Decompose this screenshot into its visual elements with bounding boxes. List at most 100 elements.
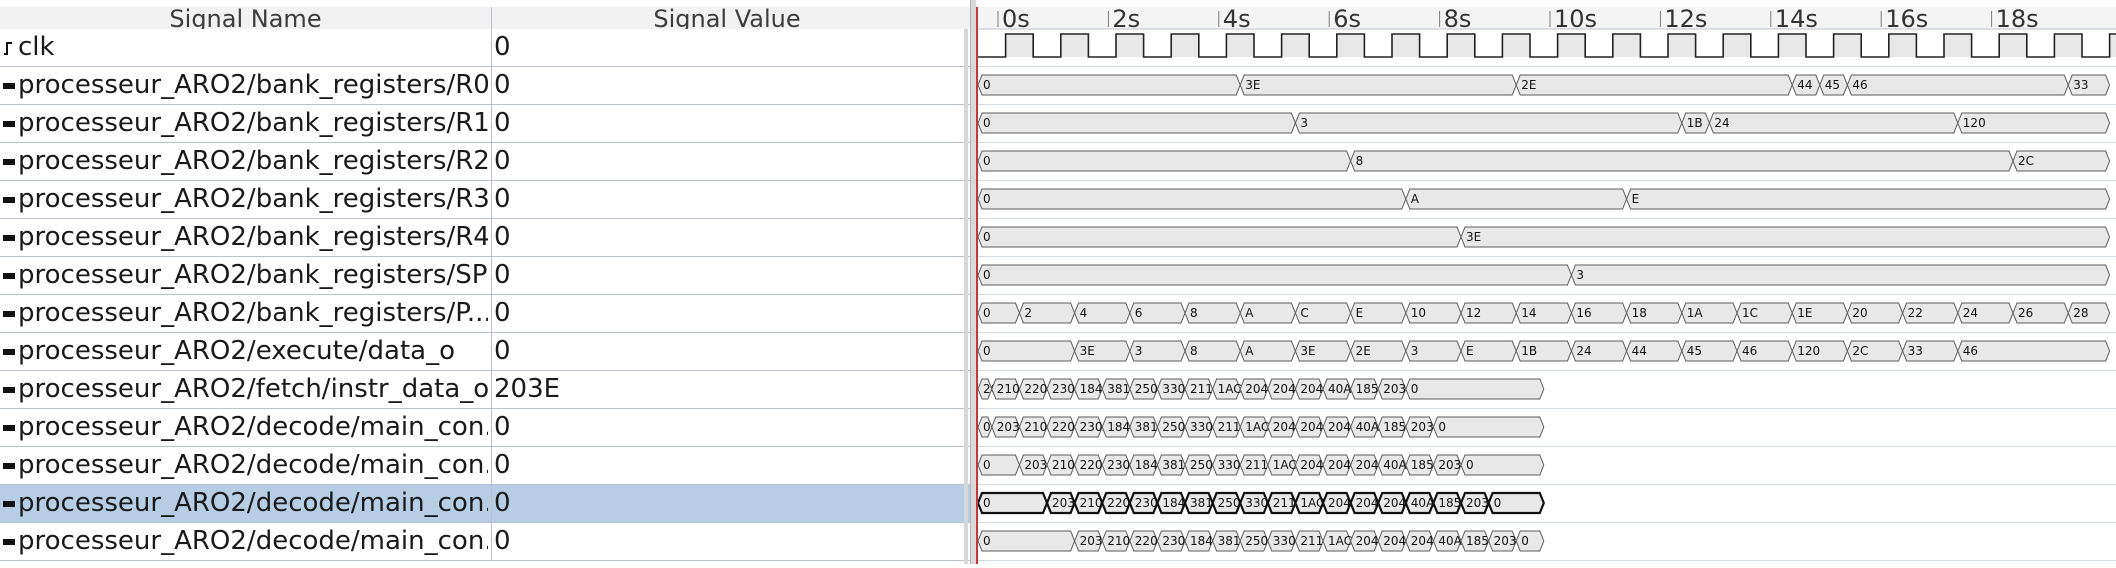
signal-value: 0 [494, 108, 511, 138]
bus-value-label: 33 [2073, 78, 2088, 92]
cell-divider [491, 67, 492, 104]
time-axis-bar [976, 7, 2116, 29]
signal-value: 0 [494, 32, 511, 62]
signal-row[interactable]: processeur_ARO2/bank_registers/R3 0 [0, 181, 970, 219]
bus-value-label: 0 [983, 230, 991, 244]
bus-value-segment [977, 74, 1241, 96]
bus-value-label: 22 [1908, 306, 1923, 320]
time-tick-label: 0s [1002, 5, 1030, 33]
signal-row-clk[interactable]: clk 0 [0, 29, 970, 67]
signal-value: 0 [494, 298, 511, 328]
signal-name: processeur_ARO2/decode/main_con... [18, 526, 488, 556]
signal-row[interactable]: processeur_ARO2/decode/main_con... 0 [0, 409, 970, 447]
signal-row[interactable]: processeur_ARO2/bank_registers/SP 0 [0, 257, 970, 295]
clock-pulse [1005, 34, 1034, 57]
bus-value-label: 20 [1852, 306, 1867, 320]
signal-row[interactable]: processeur_ARO2/bank_registers/P... 0 [0, 295, 970, 333]
clock-pulse [1392, 34, 1420, 57]
clock-pulse [1557, 34, 1586, 57]
waveform-pane[interactable]: 0s 2s 4s 6s 8s 10s 12s 14s 16s 18s 0 3E 2E 44 45 46 33 0 3… [976, 0, 2116, 564]
signal-value: 203E [494, 374, 561, 404]
bus-value-label: 3 [1135, 344, 1143, 358]
bus-value-label: 44 [1632, 344, 1647, 358]
time-cursor[interactable] [976, 7, 978, 564]
clock-pulse [1502, 34, 1530, 57]
bus-value-segment [977, 112, 1296, 134]
signal-row[interactable]: processeur_ARO2/bank_registers/R0 0 [0, 67, 970, 105]
bus-marker-icon [2, 382, 16, 396]
vertical-scrollbar[interactable] [964, 29, 968, 564]
bus-value-label: 45 [1825, 78, 1840, 92]
clock-pulse [1116, 34, 1144, 57]
bus-value-segment [977, 188, 1407, 210]
signal-row[interactable]: processeur_ARO2/decode/main_con... 0 [0, 447, 970, 485]
bus-marker-icon [2, 458, 16, 472]
signal-value: 0 [494, 336, 511, 366]
signal-row[interactable]: processeur_ARO2/decode/main_con... 0 [0, 523, 970, 561]
bus-value-label: E [1466, 344, 1474, 358]
clock-pulse [1336, 34, 1365, 57]
bus-value-label: 3E [1466, 230, 1481, 244]
signal-name: processeur_ARO2/bank_registers/R2 [18, 146, 488, 176]
signal-value-header[interactable]: Signal Value [492, 7, 962, 29]
time-tick-label: 6s [1333, 5, 1361, 33]
cell-divider [491, 447, 492, 484]
signal-name: processeur_ARO2/bank_registers/P... [18, 298, 488, 328]
bus-value-segment [1515, 74, 1793, 96]
bus-value-label: 4 [1080, 306, 1088, 320]
signal-row[interactable]: processeur_ARO2/fetch/instr_data_o 203E [0, 371, 970, 409]
bus-value-label: 120 [1797, 344, 1820, 358]
bus-value-label: 0 [983, 268, 991, 282]
bus-marker-icon [2, 306, 16, 320]
clock-pulse [1171, 34, 1199, 57]
signal-row[interactable]: processeur_ARO2/decode/main_con... 0 [0, 485, 970, 523]
bus-value-segment [977, 264, 1572, 286]
signal-value: 0 [494, 450, 511, 480]
bus-value-label: 0 [983, 534, 991, 548]
signal-row[interactable]: processeur_ARO2/bank_registers/R4 0 [0, 219, 970, 257]
signal-list-pane: Signal Name Signal Value clk 0 processeur_… [0, 0, 970, 564]
bus-value-label: 2C [2018, 154, 2034, 168]
bus-value-label: 26 [2018, 306, 2033, 320]
bus-value-label: 18 [1632, 306, 1647, 320]
signal-row[interactable]: processeur_ARO2/execute/data_o 0 [0, 333, 970, 371]
bus-value-label: 0 [983, 154, 991, 168]
clock-pulse [1668, 34, 1696, 57]
signal-name-header[interactable]: Signal Name [0, 7, 491, 29]
signal-value: 0 [494, 222, 511, 252]
bus-value-label: 3 [1576, 268, 1584, 282]
bus-value-label: 0 [983, 116, 991, 130]
waveform-canvas[interactable]: 0s 2s 4s 6s 8s 10s 12s 14s 16s 18s0 3E 2E 44 45 46 330 3… [976, 0, 2116, 564]
signal-row[interactable]: processeur_ARO2/bank_registers/R2 0 [0, 143, 970, 181]
bus-value-segment [1432, 416, 1545, 438]
cell-divider [491, 257, 492, 294]
bus-value-segment [1570, 264, 2111, 286]
bus-value-segment [1957, 340, 2111, 362]
bus-value-segment [1626, 188, 2111, 210]
bus-value-label: 0 [983, 306, 991, 320]
signal-value: 0 [494, 70, 511, 100]
clock-pulse [1833, 34, 1862, 57]
bus-value-label: 0 [1438, 420, 1446, 434]
cell-divider [491, 105, 492, 142]
signal-row[interactable]: processeur_ARO2/bank_registers/R1 0 [0, 105, 970, 143]
bus-value-segment [1350, 150, 2014, 172]
bus-value-label: 2E [1521, 78, 1536, 92]
bus-marker-icon [2, 420, 16, 434]
time-tick-label: 10s [1554, 5, 1597, 33]
signal-value: 0 [494, 488, 511, 518]
bus-value-label: 0 [1521, 534, 1529, 548]
bus-marker-icon [2, 496, 16, 510]
bus-value-label: 24 [1963, 306, 1978, 320]
bus-value-label: 2 [1024, 306, 1032, 320]
signal-value: 0 [494, 526, 511, 556]
bus-value-label: 0 [983, 344, 991, 358]
cell-divider [491, 485, 492, 522]
time-tick-label: 4s [1223, 5, 1251, 33]
cell-divider [491, 219, 492, 256]
bus-value-label: C [1300, 306, 1308, 320]
clock-pulse [1612, 34, 1641, 57]
bus-value-label: A [1245, 306, 1254, 320]
bus-value-segment [977, 340, 1076, 362]
bus-marker-icon [2, 344, 16, 358]
